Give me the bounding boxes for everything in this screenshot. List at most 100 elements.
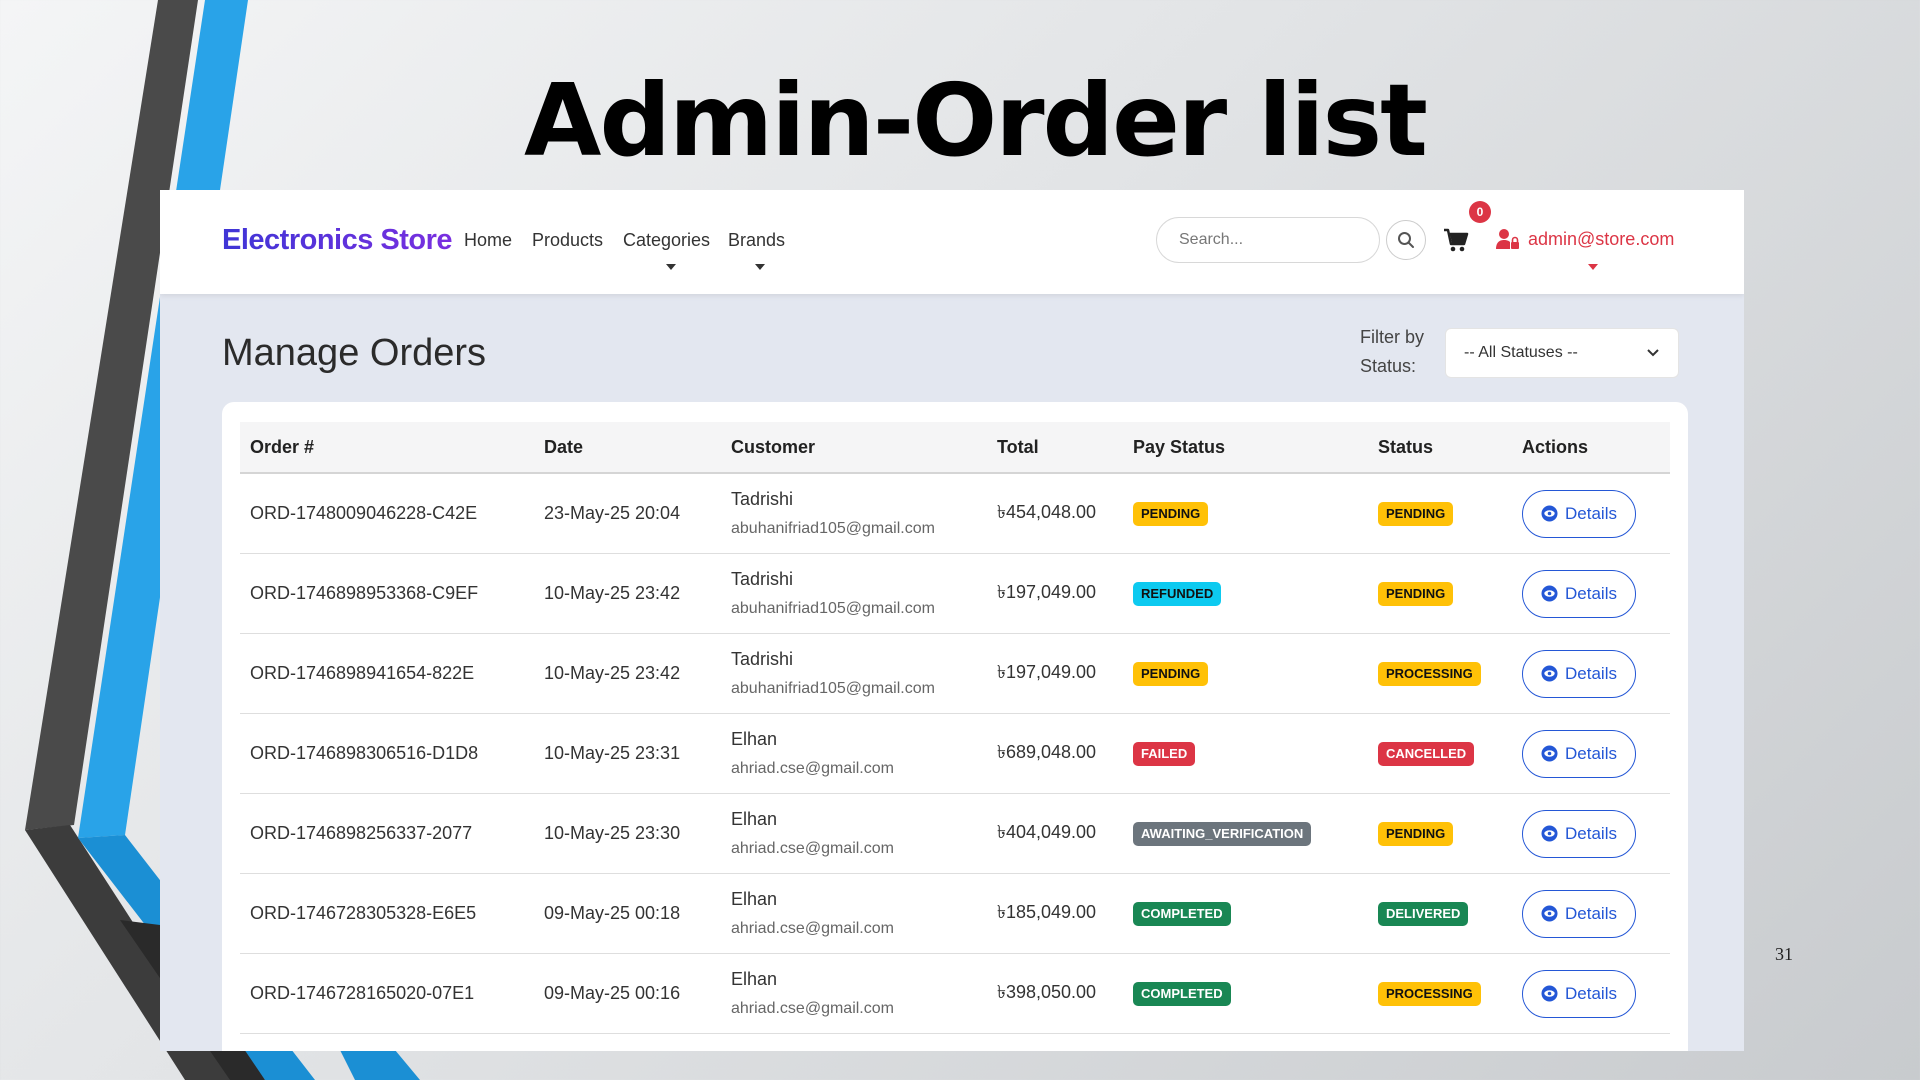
table-row: ORD-1748009046228-C42E 23-May-25 20:04 Tad… [240,473,1670,554]
details-button[interactable]: Details [1522,569,1636,618]
customer-cell: Elhan ahriad.cse@gmail.com [721,713,987,794]
customer-email: abuhanifriad105@gmail.com [731,680,935,697]
order-number: ORD-1746728305328-E6E5 [240,873,534,954]
details-button[interactable]: Details [1522,969,1636,1018]
actions-cell: Details [1512,793,1670,874]
customer-name: Tadrishi [731,569,794,589]
column-header-pay-status: Pay Status [1123,422,1368,474]
pay-status-badge: FAILED [1133,741,1196,766]
pay-status-cell: COMPLETED [1123,873,1368,954]
order-status-badge: PROCESSING [1378,981,1481,1006]
categories-caret-icon [666,264,676,270]
details-label: Details [1565,823,1617,843]
details-button[interactable]: Details [1522,809,1636,858]
customer-email: ahriad.cse@gmail.com [731,920,894,937]
details-label: Details [1565,983,1617,1003]
table-row: ORD-1746898306516-D1D8 10-May-25 23:31 Elh… [240,713,1670,794]
order-total: ৳398,050.00 [987,953,1123,1034]
order-date: 10-May-25 23:30 [534,793,721,874]
actions-cell: Details [1512,953,1670,1034]
actions-cell: Details [1512,553,1670,634]
status-filter-select[interactable]: -- All Statuses -- [1445,328,1679,378]
actions-cell: Details [1512,873,1670,954]
pay-status-cell: FAILED [1123,713,1368,794]
search-input[interactable] [1156,217,1380,263]
pay-status-cell: COMPLETED [1123,953,1368,1034]
slide-title: Admin-Order list [524,62,1428,179]
status-cell: DELIVERED [1368,873,1512,954]
order-total: ৳185,049.00 [987,873,1123,954]
table-row: ORD-1746898941654-822E 10-May-25 23:42 Tad… [240,633,1670,714]
customer-cell: Elhan ahriad.cse@gmail.com [721,793,987,874]
order-number: ORD-1746728165020-07E1 [240,953,534,1034]
order-number: ORD-1746898953368-C9EF [240,553,534,634]
customer-cell: Tadrishi abuhanifriad105@gmail.com [721,633,987,714]
customer-name: Elhan [731,889,778,909]
user-caret-icon [1588,264,1598,270]
actions-cell: Details [1512,713,1670,794]
nav-home[interactable]: Home [464,230,512,251]
navbar: Electronics Store Home Products Categori… [160,190,1744,294]
order-total: ৳197,049.00 [987,553,1123,634]
order-status-badge: PROCESSING [1378,661,1481,686]
user-menu[interactable]: admin@store.com [1496,228,1674,250]
order-date: 10-May-25 23:31 [534,713,721,794]
nav-categories[interactable]: Categories [623,230,710,251]
eye-icon [1541,985,1558,1002]
eye-icon [1541,505,1558,522]
pay-status-cell: REFUNDED [1123,553,1368,634]
column-header-actions: Actions [1512,422,1670,474]
brand-logo[interactable]: Electronics Store [222,224,453,257]
customer-email: ahriad.cse@gmail.com [731,840,894,857]
cart-count-badge: 0 [1469,201,1491,223]
details-label: Details [1565,743,1617,763]
details-button[interactable]: Details [1522,889,1636,938]
nav-products[interactable]: Products [532,230,603,251]
order-total: ৳404,049.00 [987,793,1123,874]
search-icon [1398,232,1414,248]
pay-status-badge: PENDING [1133,501,1209,526]
order-status-badge: PENDING [1378,821,1454,846]
order-number: ORD-1746898256337-2077 [240,793,534,874]
details-label: Details [1565,503,1617,523]
pay-status-cell: AWAITING_VERIFICATION [1123,793,1368,874]
user-lock-icon [1496,229,1519,249]
details-button[interactable]: Details [1522,649,1636,698]
customer-cell: Tadrishi abuhanifriad105@gmail.com [721,473,987,554]
cart-icon[interactable] [1442,226,1470,254]
search-button[interactable] [1386,220,1426,260]
column-header-total: Total [987,422,1123,474]
page-title: Manage Orders [222,332,487,374]
order-date: 23-May-25 20:04 [534,473,721,554]
order-date: 10-May-25 23:42 [534,633,721,714]
customer-name: Tadrishi [731,649,794,669]
orders-card: Order # Date Customer Total Pay Status S… [222,402,1688,1051]
customer-cell: Elhan ahriad.cse@gmail.com [721,953,987,1034]
eye-icon [1541,665,1558,682]
details-label: Details [1565,663,1617,683]
customer-email: abuhanifriad105@gmail.com [731,520,935,537]
eye-icon [1541,825,1558,842]
details-button[interactable]: Details [1522,489,1636,538]
table-header-row: Order # Date Customer Total Pay Status S… [240,422,1670,474]
order-status-badge: PENDING [1378,581,1454,606]
customer-name: Elhan [731,729,778,749]
customer-cell: Tadrishi abuhanifriad105@gmail.com [721,553,987,634]
customer-email: abuhanifriad105@gmail.com [731,600,935,617]
order-number: ORD-1746898941654-822E [240,633,534,714]
table-row: ORD-1746898953368-C9EF 10-May-25 23:42 Tad… [240,553,1670,634]
status-cell: PENDING [1368,473,1512,554]
table-row: ORD-1746898256337-2077 10-May-25 23:30 Elh… [240,793,1670,874]
column-header-customer: Customer [721,422,987,474]
order-total: ৳197,049.00 [987,633,1123,714]
details-button[interactable]: Details [1522,729,1636,778]
order-status-badge: PENDING [1378,501,1454,526]
user-email: admin@store.com [1528,228,1675,249]
nav-brands[interactable]: Brands [728,230,785,251]
app-screenshot: Electronics Store Home Products Categori… [160,190,1744,1051]
customer-cell: Elhan ahriad.cse@gmail.com [721,873,987,954]
pay-status-badge: REFUNDED [1133,581,1222,606]
status-cell: PROCESSING [1368,633,1512,714]
table-row: ORD-1746728305328-E6E5 09-May-25 00:18 Elh… [240,873,1670,954]
customer-name: Elhan [731,809,778,829]
